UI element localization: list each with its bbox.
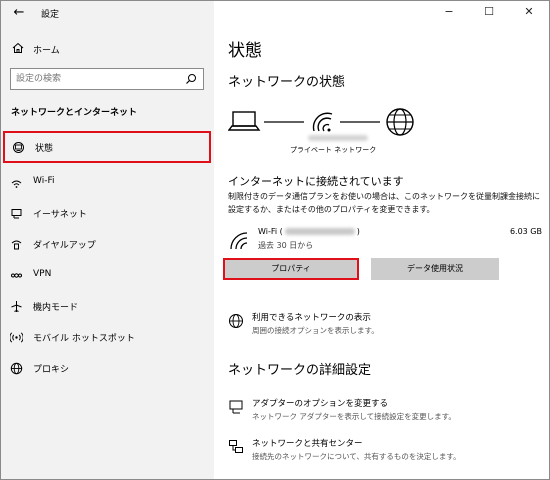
sidebar-item-label: 状態 [35,144,54,154]
home-label: ホーム [33,46,60,56]
titlebar-left: ← 設定 [1,1,214,27]
sidebar-item-ethernet[interactable]: イーサネット [1,197,214,229]
adapter-options-title: アダプターのオプションを変更する [252,399,389,409]
sidebar-item-proxy[interactable]: プロキシ [1,352,214,384]
sidebar-item-label: イーサネット [33,210,87,220]
adapter-options-subtitle: ネットワーク アダプターを表示して接続設定を変更します。 [252,412,456,421]
vpn-icon [11,273,22,278]
globe-network-icon [229,314,243,328]
search-icon[interactable] [185,73,197,85]
ethernet-icon [11,209,22,219]
sharing-center-title: ネットワークと共有センター [252,439,363,449]
wifi-ssid-blurred [284,228,355,235]
sidebar-item-label: 機内モード [33,303,79,313]
sidebar-item-hotspot[interactable]: モバイル ホットスポット [1,321,214,353]
search-box [10,68,204,90]
sharing-center-icon [229,440,243,453]
wifi-name-prefix: Wi-Fi ( [258,227,283,236]
wifi-name: Wi-Fi () [258,227,360,236]
wifi-usage-row: Wi-Fi () 過去 30 日から 6.03 GB [228,224,544,254]
sidebar-item-dialup[interactable]: ダイヤルアップ [1,228,214,260]
data-usage-button[interactable]: データ使用状況 [371,258,499,280]
home-icon [12,42,24,53]
sharing-center-link[interactable]: ネットワークと共有センター 接続先のネットワークについて、共有するものを決定しま… [228,437,544,467]
wifi-router-icon [312,112,333,132]
connection-status-title: インターネットに接続されています [228,175,404,188]
network-type-label: プライベート ネットワーク [290,146,377,154]
wifi-usage-amount: 6.03 GB [509,227,542,236]
globe-icon [386,108,414,136]
wifi-name-suffix: ) [356,227,360,236]
sidebar-item-wifi[interactable]: Wi-Fi [1,166,214,198]
proxy-icon [10,362,23,375]
wifi-usage-period: 過去 30 日から [258,241,314,250]
status-icon [13,142,24,153]
adapter-icon [229,400,243,414]
section-title: ネットワークとインターネット [11,108,138,118]
connection-description: 制限付きのデータ通信プランをお使いの場合は、このネットワークを従量制課金接続に設… [228,192,540,214]
network-name-blurred [308,135,368,141]
advanced-settings-heading: ネットワークの詳細設定 [228,363,372,378]
wifi-icon [11,180,22,188]
wifi-signal-icon [230,232,248,250]
sidebar-item-label: ダイヤルアップ [33,241,96,251]
sidebar: ← 設定 ホーム ネットワークとインターネット 状態 [1,1,214,479]
search-input[interactable] [11,69,181,89]
properties-button[interactable]: プロパティ [223,258,359,280]
sidebar-item-label: プロキシ [33,365,70,375]
laptop-icon [227,111,261,131]
airplane-icon [11,301,22,312]
page-title: 状態 [228,41,262,61]
sidebar-item-home[interactable]: ホーム [1,37,214,61]
sidebar-item-status[interactable]: 状態 [3,131,211,163]
sharing-center-subtitle: 接続先のネットワークについて、共有するものを決定します。 [252,452,461,461]
settings-window: ← 設定 ホーム ネットワークとインターネット 状態 [0,0,550,480]
available-networks-subtitle: 周囲の接続オプションを表示します。 [252,326,379,335]
sidebar-item-airplane[interactable]: 機内モード [1,290,214,322]
sidebar-item-vpn[interactable]: VPN [1,259,214,291]
back-button[interactable]: ← [9,4,29,22]
sidebar-item-label: Wi-Fi [33,176,55,186]
adapter-options-link[interactable]: アダプターのオプションを変更する ネットワーク アダプターを表示して接続設定を変… [228,397,544,427]
sidebar-item-label: VPN [33,269,52,279]
available-networks-link[interactable]: 利用できるネットワークの表示 周囲の接続オプションを表示します。 [228,311,544,341]
network-diagram-graphic [227,108,414,136]
main-content: 状態 ネットワークの状態 プライベート ネットワーク インターネットに接続されて… [214,1,549,479]
network-status-heading: ネットワークの状態 [228,75,346,90]
dialup-icon [11,240,22,250]
network-diagram: プライベート ネットワーク [227,108,428,168]
hotspot-icon [10,332,23,343]
app-title: 設定 [41,10,60,20]
sidebar-item-label: モバイル ホットスポット [33,334,135,344]
available-networks-title: 利用できるネットワークの表示 [252,313,371,323]
